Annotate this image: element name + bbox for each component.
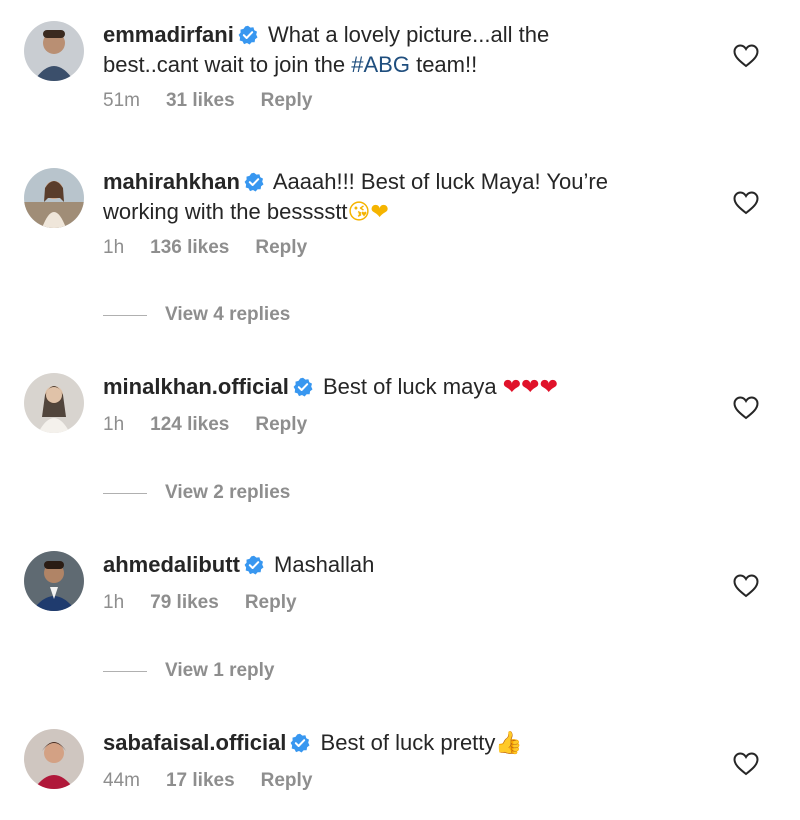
comment-body-end: team!! bbox=[409, 52, 478, 77]
avatar[interactable] bbox=[24, 551, 84, 611]
comment-text: emmadirfani What a lovely picture...all … bbox=[103, 20, 703, 80]
comment-body-line2: best..cant wait to join the bbox=[103, 52, 352, 77]
likes-count[interactable]: 17 likes bbox=[166, 770, 235, 791]
likes-count[interactable]: 124 likes bbox=[150, 414, 229, 435]
comment-body-line2: working with the besssstt bbox=[103, 199, 348, 224]
comment-meta: 1h 79 likes Reply bbox=[103, 592, 323, 614]
timestamp: 1h bbox=[103, 237, 125, 258]
heart-outline-icon[interactable] bbox=[733, 396, 759, 420]
timestamp: 51m bbox=[103, 90, 140, 111]
username[interactable]: emmadirfani bbox=[103, 22, 234, 47]
thumbs-up-emoji: 👍 bbox=[495, 731, 523, 756]
likes-count[interactable]: 136 likes bbox=[150, 237, 229, 258]
verified-badge-icon bbox=[238, 25, 258, 45]
comment-body: What a lovely picture...all the bbox=[267, 22, 550, 47]
comment-body: Aaaah!!! Best of luck Maya! You’re bbox=[272, 169, 608, 194]
username[interactable]: minalkhan.official bbox=[103, 374, 289, 399]
comment-text: sabafaisal.official Best of luck pretty👍 bbox=[103, 728, 703, 759]
kiss-heart-emoji: 😘❤ bbox=[347, 200, 389, 225]
comment-meta: 51m 31 likes Reply bbox=[103, 90, 338, 112]
verified-badge-icon bbox=[291, 733, 310, 753]
comment-meta: 44m 17 likes Reply bbox=[103, 770, 338, 792]
divider bbox=[103, 670, 147, 672]
comment-meta: 1h 124 likes Reply bbox=[103, 414, 333, 436]
verified-badge-icon bbox=[293, 377, 313, 397]
comment-text: ahmedalibutt Mashallah bbox=[103, 550, 703, 580]
comment-body: Best of luck pretty bbox=[320, 730, 496, 755]
timestamp: 44m bbox=[103, 770, 140, 791]
divider bbox=[103, 314, 147, 316]
timestamp: 1h bbox=[103, 414, 125, 435]
verified-badge-icon bbox=[244, 555, 264, 575]
timestamp: 1h bbox=[103, 592, 125, 613]
comment-body: Mashallah bbox=[274, 552, 375, 577]
comment-text: minalkhan.official Best of luck maya ❤❤❤ bbox=[103, 372, 703, 403]
username[interactable]: ahmedalibutt bbox=[103, 552, 240, 577]
reply-button[interactable]: Reply bbox=[245, 592, 297, 613]
hashtag-link[interactable]: #ABG bbox=[351, 52, 410, 77]
username[interactable]: mahirahkhan bbox=[103, 169, 240, 194]
divider bbox=[103, 492, 147, 494]
comment-meta: 1h 136 likes Reply bbox=[103, 237, 333, 259]
heart-outline-icon[interactable] bbox=[733, 752, 759, 776]
view-replies-label: View 1 reply bbox=[165, 660, 275, 681]
heart-outline-icon[interactable] bbox=[733, 191, 759, 215]
reply-button[interactable]: Reply bbox=[261, 90, 313, 111]
verified-badge-icon bbox=[244, 172, 264, 192]
reply-button[interactable]: Reply bbox=[255, 237, 307, 258]
avatar[interactable] bbox=[24, 168, 84, 228]
heart-emoji: ❤❤❤ bbox=[502, 375, 559, 400]
view-replies-button[interactable]: View 1 reply bbox=[103, 660, 275, 682]
comment-text: mahirahkhan Aaaah!!! Best of luck Maya! … bbox=[103, 167, 703, 228]
username[interactable]: sabafaisal.official bbox=[103, 730, 286, 755]
heart-outline-icon[interactable] bbox=[733, 574, 759, 598]
view-replies-button[interactable]: View 4 replies bbox=[103, 304, 290, 326]
likes-count[interactable]: 79 likes bbox=[150, 592, 219, 613]
avatar[interactable] bbox=[24, 729, 84, 789]
view-replies-label: View 2 replies bbox=[165, 482, 291, 503]
view-replies-button[interactable]: View 2 replies bbox=[103, 482, 290, 504]
comment-body: Best of luck maya bbox=[322, 374, 503, 399]
view-replies-label: View 4 replies bbox=[165, 304, 291, 325]
avatar[interactable] bbox=[24, 373, 84, 433]
avatar[interactable] bbox=[24, 21, 84, 81]
reply-button[interactable]: Reply bbox=[255, 414, 307, 435]
reply-button[interactable]: Reply bbox=[261, 770, 313, 791]
likes-count[interactable]: 31 likes bbox=[166, 90, 235, 111]
heart-outline-icon[interactable] bbox=[733, 44, 759, 68]
